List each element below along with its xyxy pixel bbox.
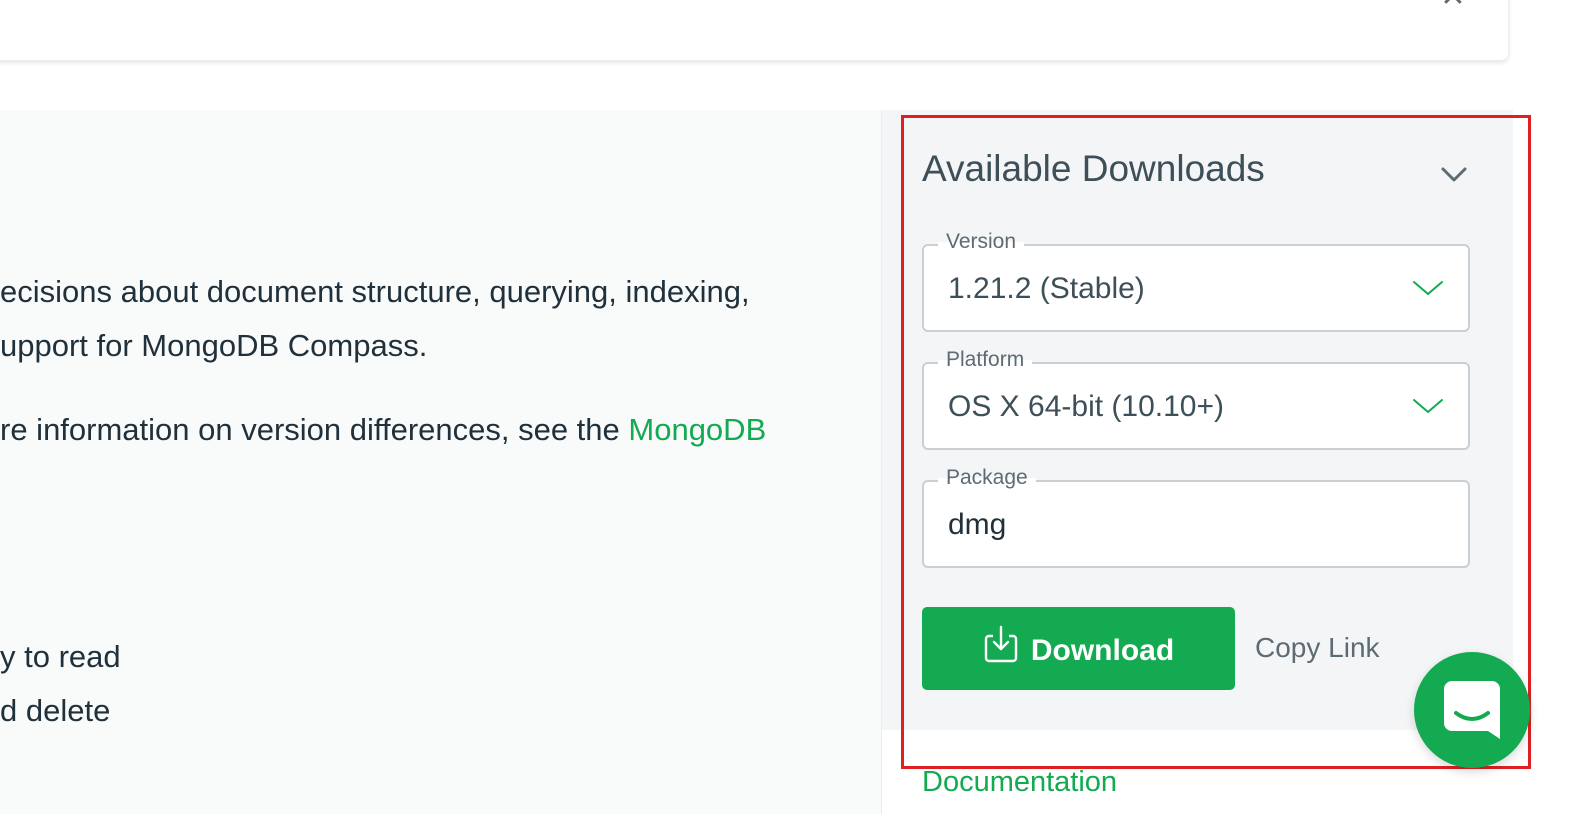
available-downloads-panel: Available Downloads Version 1.21.2 (Stab… [882, 110, 1513, 730]
documentation-link[interactable]: Documentation [922, 766, 1117, 799]
main-content: ecisions about document structure, query… [0, 110, 881, 814]
chevron-down-icon [1413, 399, 1443, 413]
version-select[interactable]: Version 1.21.2 (Stable) [922, 230, 1470, 332]
chat-button[interactable] [1414, 652, 1530, 768]
list-item: d delete [0, 693, 111, 728]
package-label: Package [938, 466, 1036, 490]
package-field[interactable]: Package dmg [922, 466, 1470, 568]
chevron-down-icon [1413, 281, 1443, 295]
paragraph-line: upport for MongoDB Compass. [0, 328, 428, 363]
copy-link-button[interactable]: Copy Link [1255, 632, 1380, 664]
paragraph-line: ecisions about document structure, query… [0, 274, 750, 309]
download-icon [984, 625, 1018, 662]
download-button[interactable]: Download [922, 607, 1235, 690]
top-banner [0, 0, 1509, 61]
paragraph-line: re information on version differences, s… [0, 410, 766, 450]
version-value: 1.21.2 (Stable) [948, 272, 1145, 305]
package-value: dmg [948, 508, 1007, 541]
close-icon[interactable]: ✕ [1436, 0, 1470, 8]
chat-icon [1444, 681, 1500, 739]
platform-label: Platform [938, 348, 1033, 372]
paragraph-text: re information on version differences, s… [0, 412, 629, 447]
download-button-label: Download [1030, 633, 1175, 667]
platform-value: OS X 64-bit (10.10+) [948, 390, 1224, 423]
chevron-down-icon[interactable] [1438, 158, 1470, 190]
mongodb-link[interactable]: MongoDB [628, 412, 766, 447]
platform-select[interactable]: Platform OS X 64-bit (10.10+) [922, 348, 1470, 450]
page: ✕ ecisions about document structure, que… [0, 0, 1596, 814]
downloads-title: Available Downloads [922, 148, 1265, 189]
list-item: y to read [0, 639, 121, 674]
version-label: Version [938, 230, 1025, 254]
